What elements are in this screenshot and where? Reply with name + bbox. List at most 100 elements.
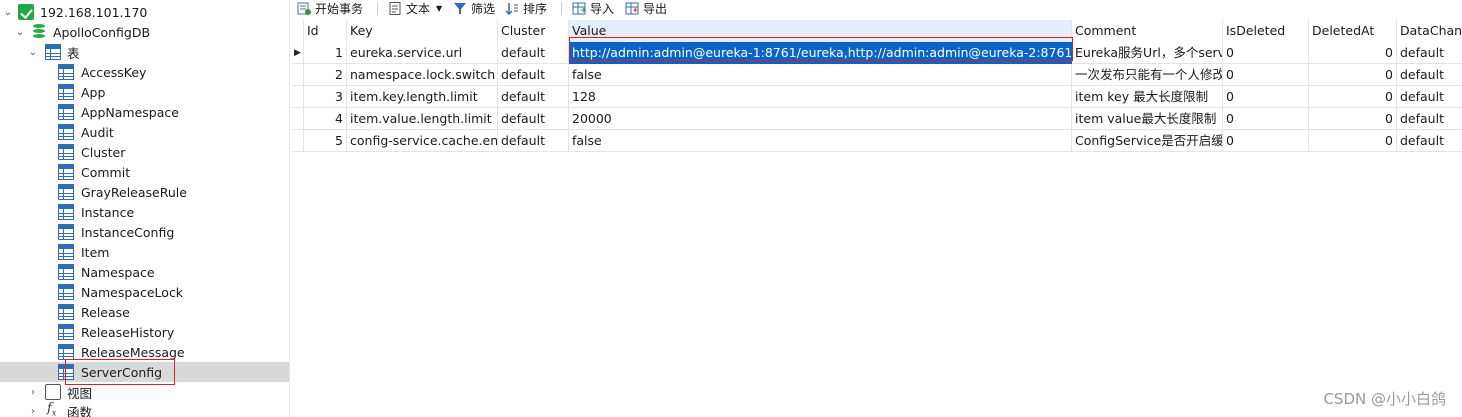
column-header-cluster[interactable]: Cluster [498,20,569,42]
database-label: ApolloConfigDB [53,24,151,40]
function-icon: fx [47,401,57,417]
cell-comment[interactable]: 一次发布只能有一个人修改开 [1072,64,1223,86]
tree-table-item[interactable]: InstanceConfig [0,222,289,242]
cell-datachange[interactable]: default [1397,86,1462,108]
tree-table-item[interactable]: AccessKey [0,62,289,82]
tree-connection[interactable]: ⌄ 192.168.101.170 [0,2,289,22]
begin-transaction-button[interactable]: 开始事务 [297,0,363,16]
tree-table-item[interactable]: Item [0,242,289,262]
cell-datachange[interactable]: default [1397,64,1462,86]
tree-table-item[interactable]: Commit [0,162,289,182]
cell-deletedat[interactable]: 0 [1309,64,1397,86]
cell-cluster[interactable]: default [498,42,569,64]
row-selector[interactable] [292,64,304,86]
table-row[interactable]: 3 item.key.length.limit default 128 item key… [292,86,1462,108]
column-header-deletedat[interactable]: DeletedAt [1309,20,1397,42]
chevron-right-icon[interactable]: › [27,406,39,417]
cell-comment[interactable]: Eureka服务Url，多个servic [1072,42,1223,64]
cell-isdeleted[interactable]: 0 [1223,42,1309,64]
row-selector[interactable] [292,86,304,108]
cell-datachange[interactable]: default [1397,108,1462,130]
tree-table-item[interactable]: Release [0,302,289,322]
cell-id[interactable]: 2 [304,64,347,86]
toolbar-divider [377,2,378,15]
tree-table-item[interactable]: ReleaseMessage [0,342,289,362]
cell-id[interactable]: 1 [304,42,347,64]
cell-cluster[interactable]: default [498,86,569,108]
column-header-comment[interactable]: Comment [1072,20,1223,42]
cell-value[interactable]: false [569,64,1072,86]
table-label: Cluster [81,144,126,160]
cell-value[interactable]: 128 [569,86,1072,108]
text-button[interactable]: 文本 ▼ [388,0,442,16]
cell-cluster[interactable]: default [498,64,569,86]
cell-key[interactable]: item.key.length.limit [347,86,498,108]
column-header-isdeleted[interactable]: IsDeleted [1223,20,1309,42]
column-header-value[interactable]: Value [569,20,1072,42]
tree-table-item[interactable]: GrayReleaseRule [0,182,289,202]
cell-deletedat[interactable]: 0 [1309,108,1397,130]
filter-button[interactable]: 筛选 [453,0,495,16]
cell-comment[interactable]: item key 最大长度限制 [1072,86,1223,108]
tree-tables-group[interactable]: ⌄ 表 [0,42,289,62]
table-icon [58,184,74,200]
table-row[interactable]: ▶ 1 eureka.service.url default http://admin:… [292,42,1462,64]
cell-isdeleted[interactable]: 0 [1223,130,1309,152]
table-row[interactable]: 4 item.value.length.limit default 20000 item… [292,108,1462,130]
chevron-down-icon[interactable]: ⌄ [2,7,14,18]
cell-key[interactable]: item.value.length.limit [347,108,498,130]
cell-id[interactable]: 3 [304,86,347,108]
tree-table-item[interactable]: Namespace [0,262,289,282]
cell-key[interactable]: config-service.cache.enab [347,130,498,152]
tree-table-item[interactable]: App [0,82,289,102]
cell-id[interactable]: 4 [304,108,347,130]
import-icon [572,2,586,15]
export-button[interactable]: 导出 [625,0,667,16]
import-button[interactable]: 导入 [572,0,614,16]
tree-table-item[interactable]: AppNamespace [0,102,289,122]
chevron-down-icon[interactable]: ⌄ [14,27,26,38]
cell-comment[interactable]: ConfigService是否开启缓存 [1072,130,1223,152]
cell-deletedat[interactable]: 0 [1309,130,1397,152]
cell-isdeleted[interactable]: 0 [1223,64,1309,86]
column-header-id[interactable]: Id [304,20,347,42]
cell-value[interactable]: http://admin:admin@eureka-1:8761/eureka,… [569,42,1072,64]
cell-key[interactable]: namespace.lock.switch [347,64,498,86]
cell-value[interactable]: 20000 [569,108,1072,130]
cell-value[interactable]: false [569,130,1072,152]
chevron-right-icon[interactable]: › [27,387,39,398]
row-selector[interactable] [292,130,304,152]
row-selector[interactable] [292,108,304,130]
column-header-key[interactable]: Key [347,20,498,42]
tree-table-item[interactable]: ServerConfig [0,362,289,382]
table-row[interactable]: 5 config-service.cache.enab default false Co… [292,130,1462,152]
cell-datachange[interactable]: default [1397,130,1462,152]
cell-key[interactable]: eureka.service.url [347,42,498,64]
export-label: 导出 [643,1,668,16]
tree-views-group[interactable]: › 视图 [0,382,289,402]
sort-button[interactable]: 排序 [505,0,547,16]
tree-table-item[interactable]: ReleaseHistory [0,322,289,342]
cell-cluster[interactable]: default [498,108,569,130]
row-selector[interactable]: ▶ [292,42,304,64]
tree-table-item[interactable]: NamespaceLock [0,282,289,302]
chevron-down-icon[interactable]: ⌄ [27,47,39,58]
tree-database[interactable]: ⌄ ApolloConfigDB [0,22,289,42]
tree-table-item[interactable]: Audit [0,122,289,142]
cell-id[interactable]: 5 [304,130,347,152]
tree-table-item[interactable]: Instance [0,202,289,222]
cell-deletedat[interactable]: 0 [1309,86,1397,108]
table-icon [58,84,74,100]
row-selector-header[interactable] [292,20,304,42]
table-label: NamespaceLock [81,284,184,300]
column-header-datachange[interactable]: DataChang [1397,20,1462,42]
table-row[interactable]: 2 namespace.lock.switch default false 一次发布只能… [292,64,1462,86]
cell-cluster[interactable]: default [498,130,569,152]
cell-deletedat[interactable]: 0 [1309,42,1397,64]
tree-functions-group[interactable]: › fx 函数 [0,401,289,417]
cell-datachange[interactable]: default [1397,42,1462,64]
tree-table-item[interactable]: Cluster [0,142,289,162]
cell-comment[interactable]: item value最大长度限制 [1072,108,1223,130]
cell-isdeleted[interactable]: 0 [1223,108,1309,130]
cell-isdeleted[interactable]: 0 [1223,86,1309,108]
